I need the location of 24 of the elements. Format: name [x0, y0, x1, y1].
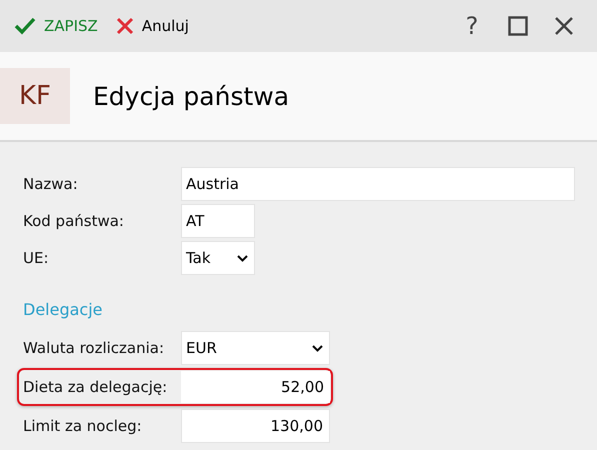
field-label: Nazwa: — [23, 175, 79, 193]
close-icon — [116, 17, 134, 35]
field-label: Dieta za delegację: — [23, 378, 168, 396]
section-heading: Delegacje — [22, 299, 104, 321]
square-icon — [508, 16, 528, 36]
save-button[interactable]: ZAPISZ — [10, 13, 102, 39]
close-icon — [554, 16, 574, 36]
field-label: Kod państwa: — [23, 212, 125, 230]
app-badge: KF — [0, 68, 70, 124]
cancel-button[interactable]: Anuluj — [112, 13, 193, 39]
help-button[interactable]: ? — [449, 6, 495, 46]
checkmark-icon — [14, 17, 36, 35]
field-label: Waluta rozliczania: — [23, 339, 166, 357]
dropdown[interactable]: Tak — [181, 241, 255, 275]
input-field[interactable]: AT — [181, 204, 255, 238]
input-field[interactable]: 52,00 — [181, 371, 330, 403]
field-label: UE: — [23, 249, 50, 267]
dialog-title: Edycja państwa — [93, 82, 290, 110]
field-label: Limit za nocleg: — [23, 417, 143, 435]
input-field[interactable]: 130,00 — [181, 409, 330, 443]
chevron-down-icon — [237, 254, 248, 262]
chevron-down-icon — [312, 344, 323, 352]
input-field[interactable]: Austria — [181, 167, 575, 201]
dropdown[interactable]: EUR — [181, 331, 330, 365]
